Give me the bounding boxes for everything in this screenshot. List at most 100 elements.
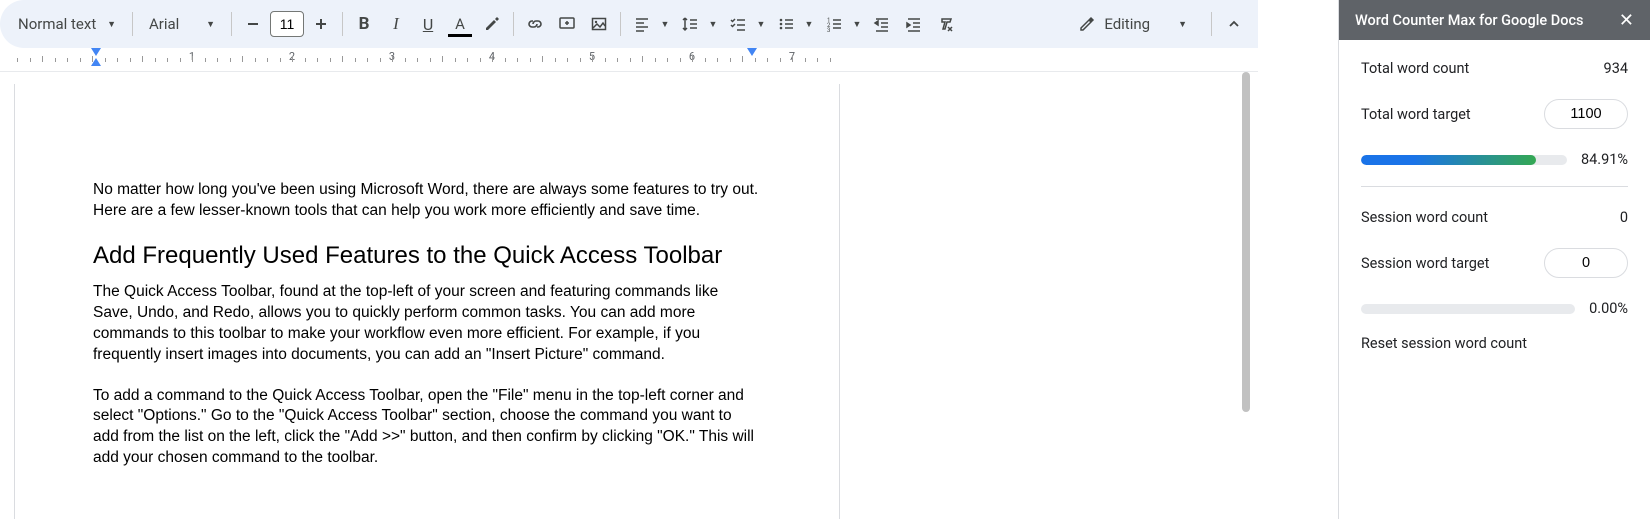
numbered-list-dropdown[interactable]: 123 ▼ <box>819 9 865 39</box>
ruler-tick <box>130 58 131 62</box>
session-progress-row: 0.00% <box>1361 300 1628 317</box>
ruler-tick <box>480 58 481 62</box>
decrease-indent-button[interactable] <box>867 9 897 39</box>
ruler-tick <box>355 58 356 62</box>
session-word-target-input[interactable] <box>1544 248 1628 278</box>
ruler-tick <box>555 58 556 62</box>
ruler-tick <box>230 58 231 62</box>
text-color-button[interactable]: A <box>445 9 475 39</box>
font-family-dropdown[interactable]: Arial ▼ <box>139 9 225 39</box>
sidebar-title: Word Counter Max for Google Docs <box>1355 12 1584 29</box>
align-dropdown[interactable]: ▼ <box>627 9 673 39</box>
total-word-target-input[interactable] <box>1544 99 1628 129</box>
word-counter-sidebar: Word Counter Max for Google Docs ✕ Total… <box>1338 0 1650 519</box>
separator <box>513 12 514 36</box>
ruler-tick <box>430 58 431 62</box>
highlight-color-button[interactable] <box>477 9 507 39</box>
clear-formatting-button[interactable] <box>931 9 961 39</box>
ruler-tick <box>67 58 68 62</box>
checklist-dropdown[interactable]: ▼ <box>723 9 769 39</box>
page[interactable]: No matter how long you've been using Mic… <box>14 84 840 519</box>
bullet-list-button <box>771 9 801 39</box>
insert-image-button[interactable] <box>584 9 614 39</box>
ruler-tick <box>492 56 493 62</box>
editing-mode-label: Editing <box>1104 15 1150 33</box>
caret-down-icon: ▼ <box>753 19 769 30</box>
increase-indent-button[interactable] <box>899 9 929 39</box>
plus-icon <box>313 16 329 32</box>
paragraph[interactable]: No matter how long you've been using Mic… <box>93 180 761 222</box>
numbered-list-button: 123 <box>819 9 849 39</box>
ruler-tick <box>530 58 531 62</box>
bullet-list-dropdown[interactable]: ▼ <box>771 9 817 39</box>
checklist-button <box>723 9 753 39</box>
minus-icon <box>245 16 261 32</box>
caret-down-icon: ▼ <box>849 19 865 30</box>
ruler-tick <box>330 58 331 62</box>
ruler-tick <box>655 58 656 62</box>
ruler-tick <box>630 58 631 62</box>
clear-format-icon <box>937 15 955 33</box>
decrease-font-size-button[interactable] <box>238 9 268 39</box>
right-indent-marker[interactable] <box>747 48 757 56</box>
ruler-tick <box>642 56 643 62</box>
add-comment-button[interactable] <box>552 9 582 39</box>
editing-mode-dropdown[interactable]: Editing ▼ <box>1068 8 1197 40</box>
paragraph-style-dropdown[interactable]: Normal text ▼ <box>8 9 126 39</box>
total-word-count-label: Total word count <box>1361 60 1469 77</box>
ruler-tick <box>617 58 618 62</box>
outdent-icon <box>873 15 891 33</box>
ruler-tick <box>180 58 181 62</box>
pencil-icon <box>1078 15 1096 33</box>
ruler-tick <box>30 58 31 62</box>
ruler-tick <box>705 58 706 62</box>
ruler-tick <box>280 58 281 62</box>
session-word-count-label: Session word count <box>1361 209 1488 226</box>
font-size-input[interactable] <box>270 11 304 37</box>
underline-button[interactable]: U <box>413 9 443 39</box>
line-spacing-icon <box>681 15 699 33</box>
session-progress-bar <box>1361 304 1575 314</box>
heading[interactable]: Add Frequently Used Features to the Quic… <box>93 242 761 270</box>
increase-font-size-button[interactable] <box>306 9 336 39</box>
ruler-tick <box>367 58 368 62</box>
ruler-tick <box>317 58 318 62</box>
ruler-tick <box>205 58 206 62</box>
paragraph[interactable]: The Quick Access Toolbar, found at the t… <box>93 282 761 366</box>
reset-session-button[interactable]: Reset session word count <box>1361 335 1628 352</box>
close-icon[interactable]: ✕ <box>1619 10 1634 31</box>
caret-down-icon: ▼ <box>657 19 673 30</box>
italic-button[interactable]: I <box>381 9 411 39</box>
ruler[interactable]: 1234567 <box>0 48 1258 72</box>
ruler-tick <box>567 58 568 62</box>
collapse-toolbar-button[interactable] <box>1218 8 1250 40</box>
ruler-tick <box>92 56 93 62</box>
insert-link-button[interactable] <box>520 9 550 39</box>
ruler-tick <box>780 58 781 62</box>
first-line-indent-marker[interactable] <box>91 48 101 56</box>
comment-plus-icon <box>558 15 576 33</box>
session-word-target-row: Session word target <box>1361 248 1628 278</box>
separator <box>342 12 343 36</box>
highlighter-icon <box>483 15 501 33</box>
line-spacing-dropdown[interactable]: ▼ <box>675 9 721 39</box>
paragraph[interactable]: To add a command to the Quick Access Too… <box>93 386 761 470</box>
bold-button[interactable]: B <box>349 9 379 39</box>
ruler-tick <box>742 56 743 62</box>
ruler-tick <box>455 58 456 62</box>
session-word-target-label: Session word target <box>1361 255 1489 272</box>
toolbar: Normal text ▼ Arial ▼ B I U A ▼ <box>0 0 1258 48</box>
align-icon-button <box>627 9 657 39</box>
scrollbar[interactable] <box>1242 72 1250 412</box>
paragraph-style-label: Normal text <box>18 15 96 33</box>
ruler-tick <box>717 58 718 62</box>
total-word-target-row: Total word target <box>1361 99 1628 129</box>
ruler-tick <box>755 58 756 62</box>
ruler-tick <box>242 56 243 62</box>
ruler-tick <box>467 58 468 62</box>
caret-down-icon: ▼ <box>801 19 817 30</box>
ruler-tick <box>267 58 268 62</box>
ruler-tick <box>442 56 443 62</box>
ruler-tick <box>155 58 156 62</box>
sidebar-body: Total word count 934 Total word target 8… <box>1339 40 1650 372</box>
